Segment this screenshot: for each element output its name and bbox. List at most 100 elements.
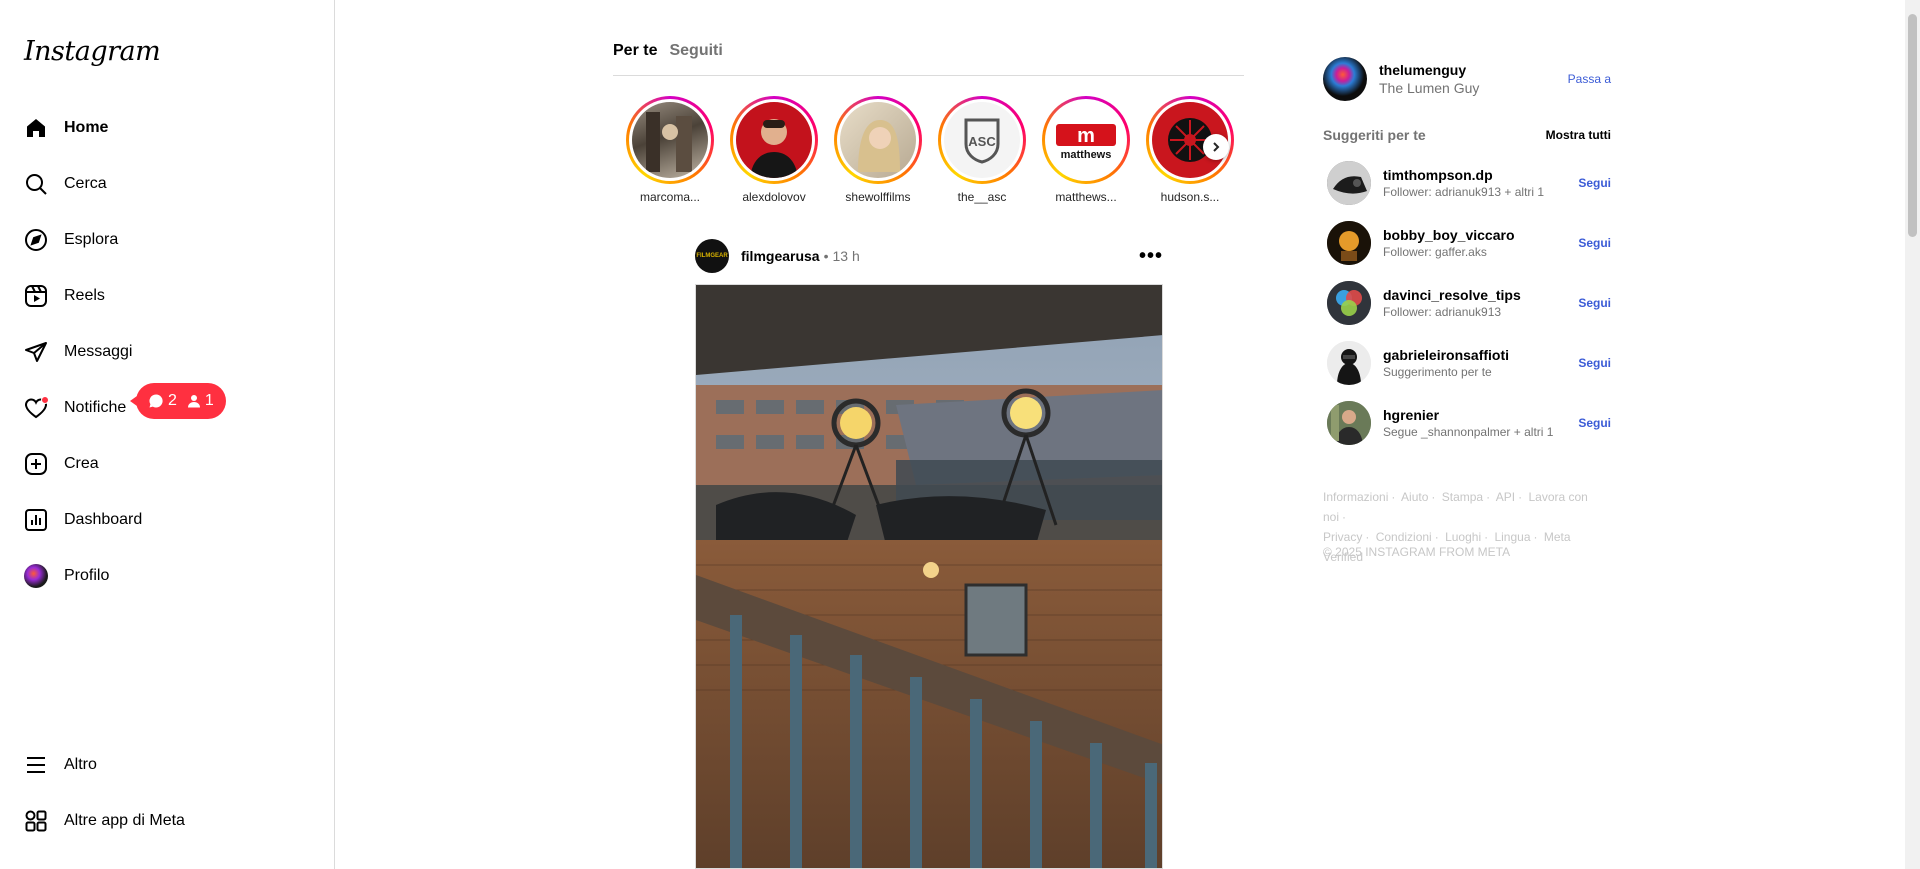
avatar[interactable] — [1327, 341, 1371, 385]
footer-link[interactable]: Lingua — [1494, 530, 1530, 544]
suggestions-header: Suggeriti per te Mostra tutti — [1323, 127, 1611, 143]
followers-count: 1 — [204, 392, 214, 409]
sidebar-item-label: Home — [64, 119, 109, 136]
story-item[interactable]: m matthews matthews... — [1036, 96, 1136, 204]
story-username: the__asc — [957, 190, 1007, 204]
suggestion-username[interactable]: bobby_boy_viccaro — [1383, 227, 1515, 243]
follow-button[interactable]: Segui — [1578, 176, 1611, 190]
story-username: matthews... — [1055, 190, 1117, 204]
more-options-icon[interactable]: ••• — [1139, 245, 1163, 268]
follow-button[interactable]: Segui — [1578, 296, 1611, 310]
switch-account-link[interactable]: Passa a — [1568, 72, 1611, 86]
plus-square-icon — [24, 452, 48, 476]
sidebar-item-label: Altro — [64, 756, 97, 773]
suggestion-username[interactable]: gabrieleironsaffioti — [1383, 347, 1509, 363]
avatar[interactable] — [1327, 401, 1371, 445]
footer-link[interactable]: Stampa — [1442, 490, 1483, 504]
see-all-link[interactable]: Mostra tutti — [1546, 128, 1611, 142]
compass-icon — [24, 228, 48, 252]
footer-link[interactable]: Aiuto — [1401, 490, 1428, 504]
avatar[interactable] — [1327, 161, 1371, 205]
follow-button[interactable]: Segui — [1578, 416, 1611, 430]
comments-count: 2 — [168, 392, 177, 409]
suggestion-subtitle: Follower: gaffer.aks — [1383, 245, 1487, 259]
suggestion-item: bobby_boy_viccaro Follower: gaffer.aks S… — [1327, 221, 1611, 265]
sidebar-item-reels[interactable]: Reels — [12, 272, 312, 320]
reels-icon — [24, 284, 48, 308]
scrollbar[interactable] — [1905, 0, 1920, 869]
current-user: thelumenguy The Lumen Guy Passa a — [1323, 57, 1611, 101]
avatar[interactable] — [1323, 57, 1367, 101]
sidebar-item-label: Notifiche — [64, 399, 127, 416]
feed-tabs: Per te Seguiti — [613, 42, 1244, 76]
sidebar-item-meta-apps[interactable]: Altre app di Meta — [12, 797, 312, 845]
sidebar-item-messages[interactable]: Messaggi — [12, 328, 312, 376]
suggestion-item: hgrenier Segue _shannonpalmer + altri 1 … — [1327, 401, 1611, 445]
footer-link[interactable]: Informazioni — [1323, 490, 1388, 504]
menu-icon — [24, 753, 48, 777]
story-item[interactable]: ASC the__asc — [932, 96, 1032, 204]
story-item[interactable]: marcoma... — [620, 96, 720, 204]
comment-icon — [149, 394, 163, 408]
story-username: hudson.s... — [1160, 190, 1220, 204]
suggestion-username[interactable]: hgrenier — [1383, 407, 1553, 423]
avatar[interactable] — [1327, 281, 1371, 325]
sidebar-item-label: Messaggi — [64, 343, 133, 360]
suggestion-item: timthompson.dp Follower: adrianuk913 + a… — [1327, 161, 1611, 205]
tab-for-you[interactable]: Per te — [613, 42, 657, 75]
notification-dot — [41, 396, 49, 404]
svg-text:matthews: matthews — [1061, 149, 1112, 161]
sidebar-item-label: Cerca — [64, 175, 107, 192]
suggestion-subtitle: Follower: adrianuk913 — [1383, 305, 1502, 319]
post-time: 13 h — [832, 248, 860, 264]
sidebar-item-search[interactable]: Cerca — [12, 160, 312, 208]
sidebar-item-label: Altre app di Meta — [64, 812, 185, 829]
suggestion-username[interactable]: davinci_resolve_tips — [1383, 287, 1521, 303]
post-image[interactable] — [695, 284, 1163, 869]
post-username[interactable]: filmgearusa — [741, 248, 820, 264]
apps-grid-icon — [24, 809, 48, 833]
sidebar: Instagram Home Cerca Esplora Reels Messa… — [0, 0, 335, 869]
sidebar-item-more[interactable]: Altro — [12, 741, 312, 789]
svg-text:ASC: ASC — [968, 134, 996, 149]
tab-following[interactable]: Seguiti — [669, 42, 722, 75]
current-username[interactable]: thelumenguy — [1379, 62, 1479, 78]
sidebar-item-profile[interactable]: Profilo — [12, 552, 312, 600]
story-item[interactable]: shewolffilms — [828, 96, 928, 204]
sidebar-item-label: Reels — [64, 287, 105, 304]
sidebar-item-dashboard[interactable]: Dashboard — [12, 496, 312, 544]
post-avatar[interactable]: FILMGEAR — [695, 239, 729, 273]
sidebar-item-create[interactable]: Crea — [12, 440, 312, 488]
suggestion-username[interactable]: timthompson.dp — [1383, 167, 1544, 183]
footer-link[interactable]: Condizioni — [1376, 530, 1432, 544]
sidebar-item-explore[interactable]: Esplora — [12, 216, 312, 264]
post-separator: • — [823, 248, 829, 264]
suggestion-subtitle: Segue _shannonpalmer + altri 1 — [1383, 425, 1554, 439]
sidebar-item-home[interactable]: Home — [12, 104, 312, 152]
story-avatar — [840, 102, 916, 178]
notifications-badge[interactable]: 2 1 — [130, 383, 226, 419]
follow-button[interactable]: Segui — [1578, 236, 1611, 250]
post-header: FILMGEAR filmgearusa • 13 h ••• — [695, 239, 1163, 273]
sidebar-item-label: Esplora — [64, 231, 119, 248]
avatar[interactable] — [1327, 221, 1371, 265]
sidebar-item-label: Crea — [64, 455, 99, 472]
story-username: marcoma... — [639, 190, 700, 204]
stories-tray: marcoma... alexdolovov shewolffilms ASC … — [620, 96, 1240, 206]
footer-link[interactable]: API — [1496, 490, 1515, 504]
suggestion-subtitle: Follower: adrianuk913 + altri 1 — [1383, 185, 1545, 199]
heart-icon — [24, 396, 49, 420]
chevron-right-icon — [1213, 142, 1220, 152]
follow-button[interactable]: Segui — [1578, 356, 1611, 370]
paper-plane-icon — [24, 340, 48, 364]
story-avatar: ASC — [944, 102, 1020, 178]
footer-link[interactable]: Privacy — [1323, 530, 1362, 544]
scrollbar-thumb[interactable] — [1908, 14, 1917, 237]
footer-link[interactable]: Luoghi — [1445, 530, 1481, 544]
avatar-icon — [24, 564, 48, 588]
story-avatar — [736, 102, 812, 178]
instagram-logo[interactable]: Instagram — [24, 36, 161, 67]
story-item[interactable]: alexdolovov — [724, 96, 824, 204]
stories-next-button[interactable] — [1203, 134, 1229, 160]
story-avatar: m matthews — [1048, 102, 1124, 178]
